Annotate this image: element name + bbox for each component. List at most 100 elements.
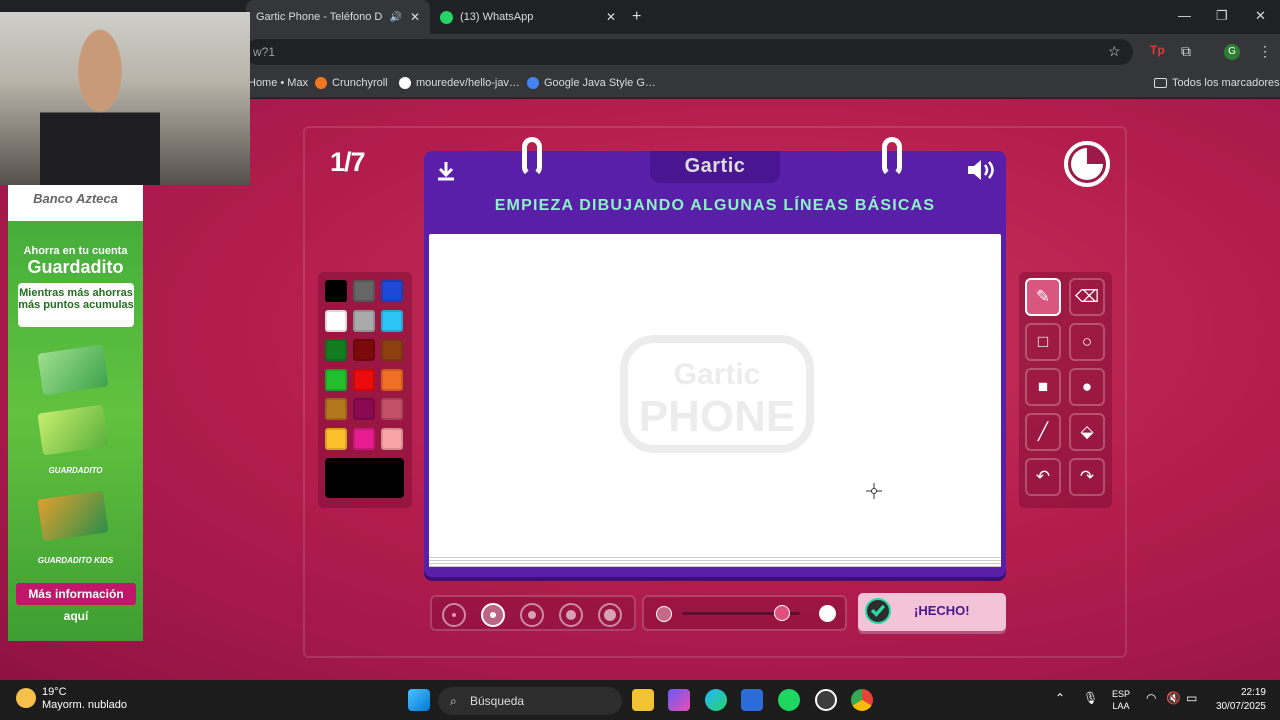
color-swatch[interactable] (381, 280, 403, 302)
color-swatch[interactable] (381, 398, 403, 420)
address-bar[interactable]: w?1 (245, 39, 1133, 65)
opacity-knob[interactable] (774, 605, 791, 621)
ad-more-info-button[interactable]: Más información aquí (16, 583, 136, 623)
windows-start-icon[interactable] (408, 689, 430, 711)
bookmark-label: Home • Max (248, 77, 309, 89)
microphone-icon[interactable]: 🎙 (1083, 691, 1098, 705)
ad-label2: GUARDADITO KIDS (37, 556, 114, 565)
opacity-slider[interactable] (642, 595, 847, 631)
color-swatch[interactable] (353, 339, 375, 361)
language-indicator[interactable]: ESP LAA (1112, 688, 1130, 712)
brush-size-button[interactable] (559, 603, 583, 627)
speaker-icon[interactable]: 🔊 (389, 12, 401, 23)
color-swatch[interactable] (381, 368, 403, 391)
taskbar: 19°C Mayorm. nublado ⌕ Búsqueda ⌃ 🎙 ESP … (0, 680, 1280, 720)
done-button[interactable]: ¡HECHO! (858, 593, 1006, 631)
color-swatch[interactable] (353, 309, 375, 332)
current-color-indicator (325, 458, 404, 498)
circle-outline-icon: ○ (1081, 332, 1093, 351)
new-tab-button[interactable]: + (632, 8, 641, 26)
bucket-tool-button[interactable]: ⬙ (1069, 413, 1105, 451)
color-swatch[interactable] (381, 309, 403, 332)
download-icon[interactable] (434, 159, 458, 183)
profile-avatar[interactable]: G (1224, 44, 1240, 60)
circle-fill-icon: ● (1081, 377, 1093, 396)
color-swatch[interactable] (381, 339, 403, 361)
chevron-up-icon[interactable]: ⌃ (1055, 691, 1065, 705)
rect-outline-tool-button[interactable]: □ (1025, 323, 1061, 361)
timer-icon (1064, 141, 1110, 187)
undo-tool-button[interactable]: ↶ (1025, 458, 1061, 496)
menu-icon[interactable]: ⋮ (1258, 43, 1272, 60)
all-bookmarks-label: Todos los marcadores (1172, 77, 1280, 89)
color-swatch[interactable] (325, 368, 347, 391)
color-swatch[interactable] (353, 398, 375, 420)
color-swatch[interactable] (353, 280, 375, 302)
close-tab-icon[interactable]: ✕ (606, 10, 616, 24)
tab-whatsapp[interactable]: (13) WhatsApp ✕ (430, 0, 626, 34)
ad-brand: Banco Azteca (8, 185, 143, 221)
ad-banner[interactable]: Banco Azteca Ahorra en tu cuenta Guardad… (8, 185, 143, 641)
brush-size-selector (430, 595, 636, 631)
lang-layout: LAA (1112, 701, 1130, 711)
line-tool-button[interactable]: ╱ (1025, 413, 1061, 451)
taskbar-search[interactable]: ⌕ Búsqueda (438, 687, 622, 715)
star-icon[interactable]: ☆ (1108, 43, 1121, 60)
obs-icon[interactable] (815, 689, 837, 711)
chrome-icon[interactable] (851, 689, 873, 711)
volume-muted-icon[interactable]: 🔇 (1166, 691, 1181, 705)
sound-icon[interactable] (966, 159, 996, 181)
store-icon[interactable] (741, 689, 763, 711)
edge-icon[interactable] (705, 689, 727, 711)
drawing-canvas[interactable]: Gartic PHONE (429, 234, 1001, 556)
color-swatch[interactable] (325, 398, 347, 420)
tab-gartic[interactable]: Gartic Phone - Teléfono De… 🔊 ✕ (246, 0, 430, 34)
bookmark-item[interactable]: mouredev/hello-jav… (399, 77, 520, 89)
ring-decoration (522, 137, 542, 177)
close-tab-icon[interactable]: ✕ (410, 10, 420, 24)
gartic-logo: Gartic (650, 151, 780, 183)
card-image (37, 404, 109, 456)
brush-size-button[interactable] (442, 603, 466, 627)
extension-icon[interactable]: Tp (1150, 43, 1165, 57)
all-bookmarks[interactable]: Todos los marcadores (1154, 77, 1280, 89)
crunchyroll-icon (315, 77, 327, 89)
brush-size-button[interactable] (520, 603, 544, 627)
color-swatch[interactable] (325, 339, 347, 361)
circle-fill-tool-button[interactable]: ● (1069, 368, 1105, 406)
clock[interactable]: 22:19 30/07/2025 (1216, 686, 1266, 714)
bookmark-item[interactable]: Crunchyroll (315, 77, 388, 89)
close-window-button[interactable]: ✕ (1255, 8, 1266, 24)
search-icon: ⌕ (450, 694, 457, 708)
bookmark-item[interactable]: Home • Max (248, 77, 308, 89)
tab-title: (13) WhatsApp (460, 11, 534, 23)
battery-icon[interactable]: ▭ (1186, 691, 1197, 705)
circle-outline-tool-button[interactable]: ○ (1069, 323, 1105, 361)
bucket-icon: ⬙ (1080, 422, 1094, 441)
rect-fill-icon: ■ (1037, 377, 1049, 396)
minimize-button[interactable]: — (1178, 8, 1191, 23)
copilot-icon[interactable] (668, 689, 690, 711)
search-label: Búsqueda (470, 694, 525, 708)
file-explorer-icon[interactable] (632, 689, 654, 711)
weather-widget[interactable]: 19°C Mayorm. nublado (16, 686, 127, 712)
color-swatch[interactable] (353, 368, 375, 391)
drawing-prompt: EMPIEZA DIBUJANDO ALGUNAS LÍNEAS BÁSICAS (494, 197, 936, 214)
pencil-tool-button[interactable]: ✎ (1025, 278, 1061, 316)
brush-size-button[interactable] (481, 603, 505, 627)
color-swatch[interactable] (381, 427, 403, 450)
color-swatch[interactable] (325, 427, 347, 450)
bookmark-item[interactable]: Google Java Style G… (527, 77, 656, 89)
puzzle-icon[interactable]: ⧉ (1181, 43, 1191, 60)
eraser-tool-button[interactable]: ⌫ (1069, 278, 1105, 316)
restore-button[interactable]: ❐ (1216, 8, 1228, 24)
wifi-icon[interactable]: ◠ (1146, 691, 1156, 705)
color-swatch[interactable] (325, 280, 347, 302)
color-swatch[interactable] (325, 309, 347, 332)
spotify-icon[interactable] (778, 689, 800, 711)
color-swatch[interactable] (353, 427, 375, 450)
brush-size-button[interactable] (598, 603, 622, 627)
redo-tool-button[interactable]: ↷ (1069, 458, 1105, 496)
rect-fill-tool-button[interactable]: ■ (1025, 368, 1061, 406)
crosshair-cursor-icon (866, 483, 882, 499)
